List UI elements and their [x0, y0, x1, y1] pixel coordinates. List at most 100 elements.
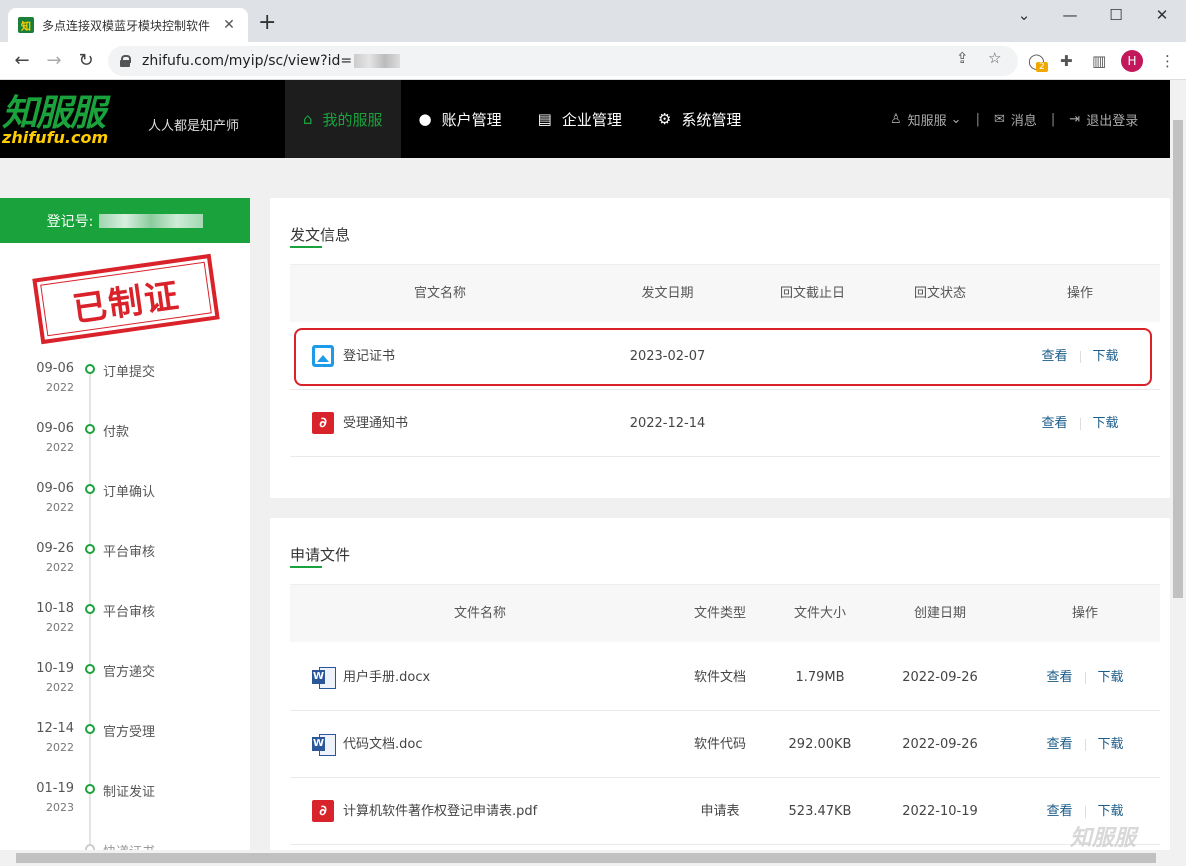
column-header: 创建日期 [913, 606, 966, 621]
timeline-label: 订单确认 [103, 485, 156, 500]
timeline-dot [85, 724, 95, 734]
timeline-year: 2022 [46, 441, 74, 454]
share-icon[interactable]: ⇪ [956, 49, 969, 67]
column-header: 操作 [1071, 606, 1098, 621]
download-link[interactable]: 下载 [1093, 416, 1119, 431]
document-name: 登记证书 [343, 349, 396, 364]
back-icon[interactable]: ← [10, 49, 34, 73]
nav-enterprise[interactable]: ▤ 企业管理 [520, 80, 640, 158]
table-row: 用户手册.docx 软件文档 1.79MB 2022-09-26 查看 下载 [290, 644, 1160, 711]
new-tab-icon[interactable]: + [258, 12, 276, 34]
timeline-item: 09-06 2022 付款 [0, 421, 250, 461]
logout-link[interactable]: 退出登录 [1086, 110, 1138, 129]
pdf-file-icon: ∂ [312, 800, 334, 822]
message-icon: ✉ [993, 112, 1005, 127]
horizontal-scroll-thumb[interactable] [16, 853, 1156, 863]
column-header: 文件类型 [693, 606, 746, 621]
site-header: 知服服 zhifufu.com 人人都是知产师 ⌂ 我的服服 ● 账户管理 ▤ … [0, 80, 1170, 158]
tab-search-icon[interactable]: ⌄ [1004, 4, 1044, 26]
download-link[interactable]: 下载 [1093, 349, 1119, 364]
nav-my-service[interactable]: ⌂ 我的服服 [285, 80, 401, 158]
chevron-down-icon[interactable]: ⌄ [951, 112, 962, 127]
action-divider [1079, 350, 1081, 363]
timeline-date: 01-19 [36, 781, 74, 796]
document-name: 受理通知书 [343, 416, 409, 431]
logout-icon: ⇥ [1069, 112, 1081, 127]
file-name: 计算机软件著作权登记申请表.pdf [343, 804, 538, 819]
address-bar[interactable]: zhifufu.com/myip/sc/view?id= [108, 46, 1018, 76]
timeline-year: 2022 [46, 381, 74, 394]
profile-avatar[interactable]: H [1121, 50, 1143, 72]
timeline-item: 01-19 2023 制证发证 [0, 781, 250, 821]
timeline-item: 09-26 2022 平台审核 [0, 541, 250, 581]
timeline-dot [85, 664, 95, 674]
file-size: 1.79MB [795, 670, 845, 685]
column-header: 回文截止日 [779, 286, 845, 301]
main-nav: ⌂ 我的服服 ● 账户管理 ▤ 企业管理 ⚙ 系统管理 [285, 80, 759, 158]
download-link[interactable]: 下载 [1098, 737, 1124, 752]
table-row: 代码文档.doc 软件代码 292.00KB 2022-09-26 查看 下载 [290, 711, 1160, 778]
timeline-date: 12-14 [36, 721, 74, 736]
table-row: ∂ 计算机软件著作权登记申请表.pdf 申请表 523.47KB 2022-10… [290, 778, 1160, 845]
file-size: 292.00KB [788, 737, 852, 752]
column-header: 操作 [1066, 286, 1093, 301]
divider: | [975, 112, 980, 127]
timeline-date: 09-06 [36, 361, 74, 376]
view-link[interactable]: 查看 [1041, 416, 1067, 431]
watermark: 知服服 [1070, 826, 1137, 851]
panel-title: 发文信息 [290, 226, 351, 244]
timeline-item: 12-14 2022 官方受理 [0, 721, 250, 761]
registration-label: 登记号: [46, 213, 94, 230]
view-link[interactable]: 查看 [1046, 670, 1072, 685]
close-window-icon[interactable]: ✕ [1142, 4, 1182, 26]
download-link[interactable]: 下载 [1098, 670, 1124, 685]
site-logo[interactable]: 知服服 zhifufu.com [2, 96, 142, 148]
reload-icon[interactable]: ↻ [74, 49, 98, 73]
tab-title: 多点连接双模蓝牙模块控制软件 [42, 18, 211, 33]
nav-account[interactable]: ● 账户管理 [401, 80, 520, 158]
nav-system[interactable]: ⚙ 系统管理 [640, 80, 759, 158]
column-header: 回文状态 [913, 286, 966, 301]
stamp-text: 已制证 [70, 275, 183, 330]
user-icon: ● [418, 110, 432, 128]
table-row: ∂ 受理通知书 2022-12-14 查看 下载 [290, 390, 1160, 457]
browser-tab[interactable]: 知 多点连接双模蓝牙模块控制软件 ✕ [8, 8, 248, 42]
nav-label: 我的服服 [322, 110, 383, 129]
timeline-label: 制证发证 [103, 785, 156, 800]
file-type: 软件代码 [693, 737, 746, 752]
created-date: 2022-09-26 [902, 670, 978, 685]
created-date: 2022-10-19 [902, 804, 978, 819]
timeline-year: 2022 [46, 621, 74, 634]
dispatch-panel: 发文信息 官文名称 发文日期 回文截止日 回文状态 操作 登记证书 2023-0… [270, 198, 1170, 498]
user-menu[interactable]: 知服服 [908, 110, 947, 129]
side-panel-icon[interactable]: ▥ [1092, 52, 1106, 70]
url-redacted [354, 54, 401, 68]
vertical-scroll-thumb[interactable] [1173, 120, 1183, 598]
image-file-icon [312, 345, 334, 367]
bookmark-star-icon[interactable]: ☆ [988, 49, 1001, 67]
timeline-date: 09-06 [36, 481, 74, 496]
dispatch-date: 2023-02-07 [629, 349, 706, 364]
files-panel: 申请文件 文件名称 文件类型 文件大小 创建日期 操作 用户手册.docx 软件… [270, 518, 1170, 850]
tab-close-icon[interactable]: ✕ [220, 17, 238, 33]
column-header: 文件大小 [793, 606, 846, 621]
vertical-scrollbar[interactable] [1170, 80, 1186, 850]
browser-menu-icon[interactable]: ⋮ [1160, 52, 1175, 70]
timeline-year: 2022 [46, 561, 74, 574]
forward-icon[interactable]: → [42, 49, 66, 73]
horizontal-scrollbar[interactable] [0, 850, 1186, 866]
view-link[interactable]: 查看 [1046, 804, 1072, 819]
maximize-icon[interactable]: ☐ [1096, 4, 1136, 26]
download-link[interactable]: 下载 [1098, 804, 1124, 819]
view-link[interactable]: 查看 [1046, 737, 1072, 752]
timeline-year: 2022 [46, 501, 74, 514]
lock-icon[interactable] [120, 55, 131, 67]
messages-link[interactable]: 消息 [1011, 110, 1037, 129]
timeline-dot [85, 364, 95, 374]
view-link[interactable]: 查看 [1041, 349, 1067, 364]
reply-status [890, 390, 990, 457]
timeline-label: 官方受理 [103, 725, 156, 740]
minimize-icon[interactable]: — [1050, 4, 1090, 26]
extensions-puzzle-icon[interactable]: ✚ [1060, 52, 1073, 70]
nav-label: 账户管理 [441, 110, 502, 129]
